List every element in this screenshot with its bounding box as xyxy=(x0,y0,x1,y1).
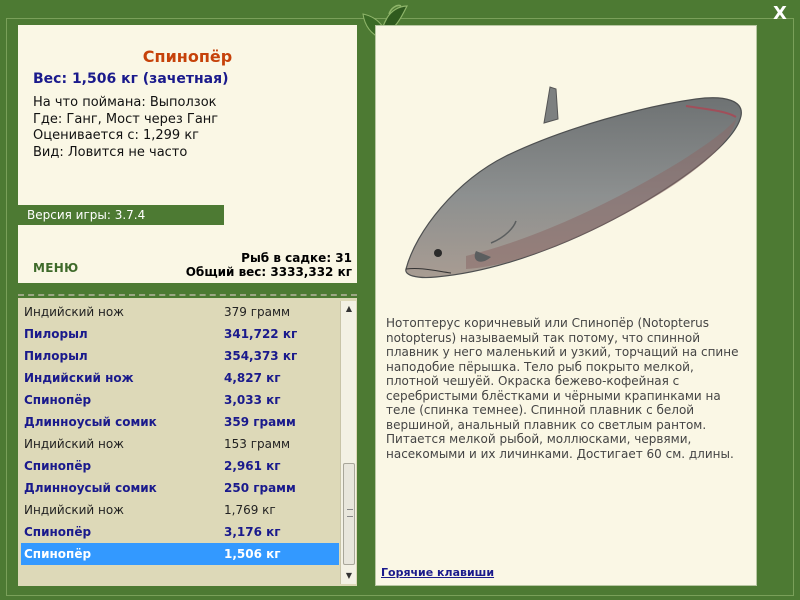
arrow-down-icon[interactable]: ▼ xyxy=(341,568,357,584)
game-version-bar: Версия игры: 3.7.4 xyxy=(18,205,224,225)
catch-list-panel: Индийский нож 379 грамм Пилорыл 341,722 кг П… xyxy=(18,298,357,586)
scrollbar-thumb[interactable] xyxy=(343,463,355,565)
catch-item-name: Пилорыл xyxy=(24,327,88,341)
catch-list-item[interactable]: Индийский нож 379 грамм xyxy=(21,301,339,323)
catch-item-name: Длинноусый сомик xyxy=(24,481,157,495)
catch-list-item[interactable]: Индийский нож 153 грамм xyxy=(21,433,339,455)
catch-list-item[interactable]: Спинопёр 3,033 кг xyxy=(21,389,339,411)
catch-item-name: Длинноусый сомик xyxy=(24,415,157,429)
catch-list: Индийский нож 379 грамм Пилорыл 341,722 кг П… xyxy=(21,301,339,565)
keep-count: Рыб в садке: 31 xyxy=(241,251,352,265)
catch-item-weight: 1,506 кг xyxy=(224,547,281,561)
fish-detail-panel: Нотоптерус коричневый или Спинопёр (Noto… xyxy=(375,25,757,586)
fish-info-panel: Спинопёр Вес: 1,506 кг (зачетная) На что… xyxy=(18,25,357,283)
arrow-up-icon[interactable]: ▲ xyxy=(341,301,357,317)
catch-list-item[interactable]: Индийский нож 1,769 кг xyxy=(21,499,339,521)
catch-item-name: Индийский нож xyxy=(24,371,134,385)
hotkeys-link[interactable]: Горячие клавиши xyxy=(381,566,494,579)
location-text: Где: Ганг, Мост через Ганг xyxy=(33,111,219,127)
catch-item-weight: 4,827 кг xyxy=(224,371,281,385)
catch-item-weight: 1,769 кг xyxy=(224,503,276,517)
catch-list-item[interactable]: Пилорыл 341,722 кг xyxy=(21,323,339,345)
catch-item-weight: 354,373 кг xyxy=(224,349,298,363)
fish-description: Нотоптерус коричневый или Спинопёр (Noto… xyxy=(386,316,739,461)
catch-item-weight: 359 грамм xyxy=(224,415,296,429)
fish-weight: Вес: 1,506 кг (зачетная) xyxy=(33,71,229,87)
catch-item-name: Индийский нож xyxy=(24,503,124,517)
catch-item-weight: 3,033 кг xyxy=(224,393,281,407)
menu-button[interactable]: МЕНЮ xyxy=(33,261,78,275)
catch-item-name: Спинопёр xyxy=(24,525,92,539)
catch-item-name: Индийский нож xyxy=(24,305,124,319)
fish-image xyxy=(405,86,742,279)
rarity-text: Вид: Ловится не часто xyxy=(33,144,188,160)
catch-item-name: Индийский нож xyxy=(24,437,124,451)
catch-item-weight: 379 грамм xyxy=(224,305,291,319)
valued-from-text: Оценивается с: 1,299 кг xyxy=(33,128,200,143)
catch-list-item[interactable]: Длинноусый сомик 359 грамм xyxy=(21,411,339,433)
catch-item-weight: 250 грамм xyxy=(224,481,296,495)
keep-stats: Рыб в садке: 31 Общий вес: 3333,332 кг xyxy=(186,251,352,279)
catch-item-name: Спинопёр xyxy=(24,547,92,561)
list-scrollbar[interactable]: ▲ ▼ xyxy=(340,301,356,584)
fish-details: На что поймана: Выползок Где: Ганг, Мост… xyxy=(33,95,218,161)
catch-list-item[interactable]: Спинопёр 1,506 кг xyxy=(21,543,339,565)
catch-list-item[interactable]: Индийский нож 4,827 кг xyxy=(21,367,339,389)
caught-on-text: На что поймана: Выползок xyxy=(33,95,217,110)
keep-total-weight: Общий вес: 3333,332 кг xyxy=(185,265,352,279)
catch-item-name: Пилорыл xyxy=(24,349,88,363)
catch-list-item[interactable]: Пилорыл 354,373 кг xyxy=(21,345,339,367)
catch-item-weight: 153 грамм xyxy=(224,437,291,451)
catch-item-weight: 3,176 кг xyxy=(224,525,281,539)
catch-item-name: Спинопёр xyxy=(24,393,92,407)
catch-item-name: Спинопёр xyxy=(24,459,92,473)
fish-name-title: Спинопёр xyxy=(142,47,233,66)
catch-list-item[interactable]: Длинноусый сомик 250 грамм xyxy=(21,477,339,499)
catch-list-item[interactable]: Спинопёр 3,176 кг xyxy=(21,521,339,543)
catch-item-weight: 2,961 кг xyxy=(224,459,281,473)
catch-list-item[interactable]: Спинопёр 2,961 кг xyxy=(21,455,339,477)
dashed-divider xyxy=(18,294,357,296)
catch-item-weight: 341,722 кг xyxy=(224,327,298,341)
close-button[interactable]: X xyxy=(770,4,790,24)
